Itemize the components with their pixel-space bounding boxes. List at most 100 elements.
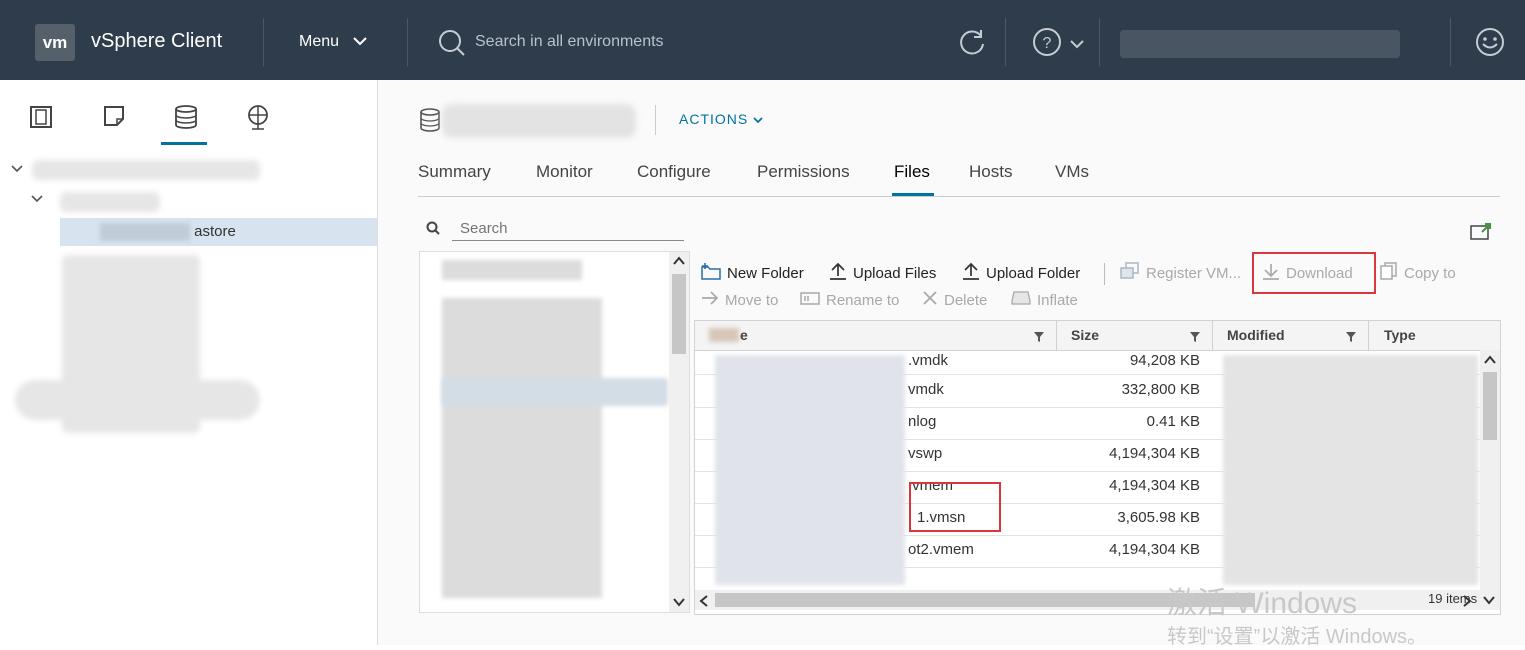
copy-icon (1380, 261, 1398, 287)
hosts-clusters-icon[interactable] (28, 104, 54, 135)
upload-folder-label: Upload Folder (986, 265, 1081, 282)
app-title: vSphere Client (91, 30, 223, 52)
register-vm-button[interactable]: Register VM... (1120, 261, 1242, 287)
grid-horizontal-scrollbar[interactable] (695, 590, 1500, 610)
folder-item-redacted[interactable] (442, 260, 582, 280)
delete-button[interactable]: Delete (922, 290, 987, 312)
column-name-redacted (709, 328, 739, 342)
upload-icon (962, 262, 980, 287)
scrollbar-thumb[interactable] (1483, 372, 1497, 440)
column-divider[interactable] (1056, 321, 1057, 350)
header-divider (1450, 18, 1451, 66)
refresh-icon[interactable] (957, 27, 987, 62)
chevron-down-icon (353, 33, 368, 51)
networking-icon[interactable] (245, 104, 271, 135)
copy-to-button[interactable]: Copy to (1380, 261, 1456, 287)
datastore-icon (419, 107, 441, 138)
modified-type-redacted (1223, 355, 1478, 585)
rename-to-button[interactable]: Rename to (800, 290, 899, 312)
tab-hosts[interactable]: Hosts (969, 162, 1012, 182)
new-folder-button[interactable]: New Folder (701, 262, 804, 287)
header-divider (263, 18, 264, 66)
column-header-name[interactable]: e (740, 327, 748, 343)
folder-items-redacted[interactable] (442, 298, 602, 598)
search-icon[interactable] (438, 29, 466, 62)
navigator-pane: astore (0, 80, 378, 645)
scroll-down-icon[interactable] (673, 597, 685, 607)
chevron-down-icon (753, 111, 763, 127)
column-divider[interactable] (1368, 321, 1369, 350)
tab-configure[interactable]: Configure (637, 162, 711, 182)
copy-to-label: Copy to (1404, 265, 1456, 282)
folder-tree-scrollbar[interactable] (669, 252, 689, 612)
scroll-up-icon[interactable] (673, 256, 685, 266)
tab-permissions[interactable]: Permissions (757, 162, 850, 182)
column-divider[interactable] (1212, 321, 1213, 350)
user-menu[interactable] (1120, 30, 1400, 58)
new-folder-label: New Folder (727, 265, 804, 282)
vms-templates-icon[interactable] (102, 104, 128, 135)
download-highlight-box (1252, 252, 1376, 294)
filter-icon[interactable] (1189, 330, 1201, 348)
tab-summary[interactable]: Summary (418, 162, 491, 182)
tree-expander-icon[interactable] (10, 158, 24, 186)
scroll-up-icon[interactable] (1484, 355, 1496, 365)
inflate-button[interactable]: Inflate (1011, 290, 1078, 312)
new-folder-icon (701, 262, 721, 287)
feedback-smiley-icon[interactable] (1475, 27, 1505, 62)
register-vm-icon (1120, 261, 1140, 287)
register-vm-label: Register VM... (1146, 265, 1242, 282)
upload-files-button[interactable]: Upload Files (829, 262, 937, 285)
upload-folder-button[interactable]: Upload Folder (962, 262, 1081, 287)
tree-item-datacenter[interactable] (60, 192, 160, 212)
folder-tree-pane (419, 251, 690, 613)
menu-button[interactable]: Menu (299, 33, 368, 51)
grid-vertical-scrollbar[interactable] (1480, 350, 1500, 590)
tree-item-label: astore (194, 223, 236, 240)
windows-activation-watermark: 激活 Windows (1167, 587, 1358, 620)
file-highlight-box (909, 482, 1001, 532)
folder-item-selected[interactable] (442, 378, 668, 406)
tree-items-redacted (15, 380, 260, 420)
filter-icon[interactable] (1345, 330, 1357, 348)
help-icon[interactable]: ? (1032, 27, 1062, 62)
scrollbar-thumb[interactable] (672, 274, 686, 354)
tree-item-datastore-selected[interactable]: astore (60, 218, 377, 246)
main-content: ACTIONS Summary Monitor Configure Permis… (378, 80, 1525, 645)
chevron-down-icon[interactable] (1070, 36, 1084, 54)
scroll-left-icon[interactable] (699, 595, 709, 607)
tab-monitor[interactable]: Monitor (536, 162, 593, 182)
filter-icon[interactable] (1033, 330, 1045, 348)
close-icon (922, 290, 938, 313)
delete-label: Delete (944, 292, 988, 309)
arrow-right-icon (701, 290, 719, 312)
vmware-logo[interactable]: vm (35, 24, 75, 61)
rename-to-label: Rename to (826, 292, 900, 309)
object-tabs: Summary Monitor Configure Permissions Fi… (418, 160, 1500, 197)
title-divider (655, 105, 656, 135)
actions-label: ACTIONS (679, 111, 749, 127)
file-name: vmdk (908, 381, 944, 398)
file-search-input[interactable] (452, 216, 684, 241)
column-header-modified[interactable]: Modified (1227, 327, 1285, 343)
tree-item-redacted (100, 223, 190, 242)
storage-icon[interactable] (173, 104, 199, 135)
column-header-size[interactable]: Size (1071, 327, 1099, 343)
actions-menu-button[interactable]: ACTIONS (679, 111, 763, 127)
upload-files-label: Upload Files (853, 265, 937, 282)
export-icon[interactable] (1470, 222, 1492, 245)
file-name: vswp (908, 445, 943, 462)
tab-vms[interactable]: VMs (1055, 162, 1089, 182)
file-size: 4,194,304 KB (1109, 541, 1200, 558)
file-name: .vmdk (908, 352, 949, 369)
tree-item-vcenter[interactable] (32, 160, 260, 180)
tree-expander-icon[interactable] (30, 188, 44, 216)
tab-files[interactable]: Files (894, 162, 930, 182)
grid-header: e Size Modified Type (695, 321, 1500, 351)
scroll-down-icon[interactable] (1483, 595, 1495, 605)
column-header-type[interactable]: Type (1384, 327, 1416, 343)
move-to-button[interactable]: Move to (701, 290, 778, 312)
move-to-label: Move to (725, 292, 779, 309)
datastore-title-redacted (442, 104, 636, 138)
global-search-input[interactable]: Search in all environments (475, 33, 664, 51)
